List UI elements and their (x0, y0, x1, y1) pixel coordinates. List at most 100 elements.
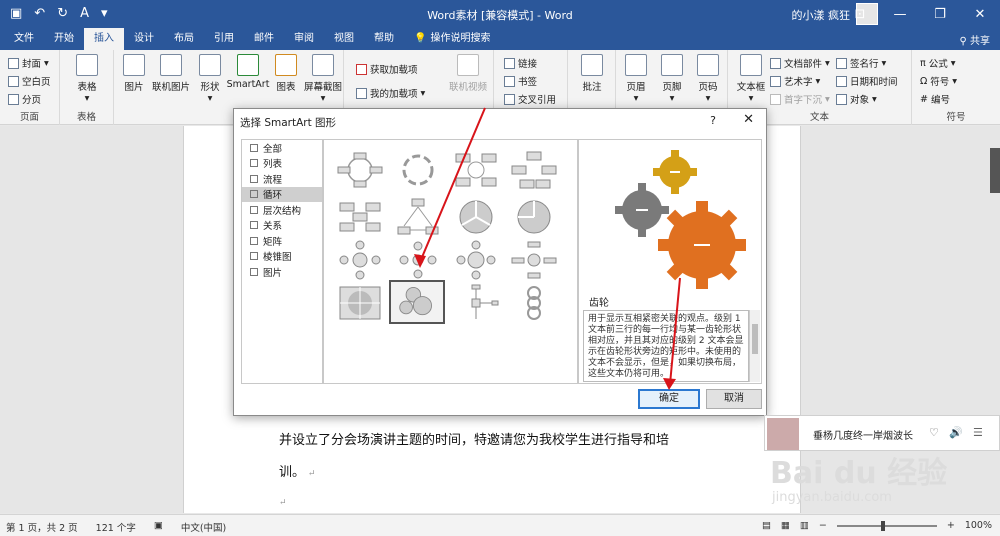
symbol-label: 符号 (930, 77, 950, 88)
interlocking-rings-layout[interactable] (510, 283, 558, 323)
tab-help[interactable]: 帮助 (364, 28, 404, 50)
blank-page-button[interactable]: 空白页 (8, 74, 51, 88)
online-picture-button[interactable]: 联机图片 (150, 54, 192, 93)
tell-me-search[interactable]: 💡 操作说明搜索 (404, 28, 500, 50)
music-widget[interactable]: 垂杨几度终一岸烟波长 ♡ 🔊 ☰ (764, 415, 1000, 451)
tab-references[interactable]: 引用 (204, 28, 244, 50)
cancel-button[interactable]: 取消 (706, 389, 762, 409)
shapes-button[interactable]: 形状 ▾ (192, 54, 228, 104)
header-button[interactable]: 页眉 ▾ (618, 54, 654, 104)
segmented-cycle-layout[interactable] (452, 197, 500, 237)
tab-mailings[interactable]: 邮件 (244, 28, 284, 50)
ribbon-options-icon[interactable]: ⊡ (840, 0, 880, 28)
zoom-level[interactable]: 100% (965, 520, 992, 531)
zoom-out-button[interactable]: − (819, 520, 827, 531)
help-button[interactable]: ? (710, 114, 716, 127)
equation-button[interactable]: π 公式 ▾ (920, 56, 956, 71)
zoom-thumb[interactable] (880, 520, 885, 531)
heart-icon[interactable]: ♡ (929, 426, 939, 439)
page-number-button[interactable]: 页码 ▾ (690, 54, 726, 104)
pie-cycle-layout[interactable] (510, 197, 558, 237)
minimize-button[interactable]: — (880, 0, 920, 28)
tab-view[interactable]: 视图 (324, 28, 364, 50)
ok-button[interactable]: 确定 (638, 389, 700, 409)
my-addins-button[interactable]: 我的加载项 ▾ (356, 86, 425, 100)
category-relationship-label: 关系 (263, 221, 283, 233)
read-mode-icon[interactable]: ▤ (762, 520, 771, 531)
picture-button[interactable]: 图片 (116, 54, 152, 93)
category-relationship[interactable]: 关系 (242, 218, 322, 234)
diverging-radial-layout[interactable] (510, 240, 558, 280)
category-cycle[interactable]: 循环 (242, 186, 322, 202)
nondirectional-cycle-layout[interactable] (510, 150, 558, 190)
cycle-matrix-layout[interactable] (394, 240, 442, 280)
chart-button[interactable]: 图表 (268, 54, 304, 93)
category-pyramid[interactable]: 棱锥图 (242, 249, 322, 265)
continuous-cycle-layout[interactable] (336, 197, 384, 237)
basic-cycle-layout[interactable] (336, 150, 384, 190)
cycle-matrix-grid-layout[interactable] (336, 283, 384, 323)
table-button[interactable]: 表格 ▾ (69, 54, 105, 104)
text-cycle-layout[interactable] (394, 150, 442, 190)
category-matrix[interactable]: 矩阵 (242, 233, 322, 249)
word-count[interactable]: 121 个字 (96, 520, 136, 534)
tab-file[interactable]: 文件 (4, 28, 44, 50)
category-hierarchy[interactable]: 层次结构 (242, 202, 322, 218)
gear-layout[interactable] (389, 280, 445, 324)
tab-review[interactable]: 审阅 (284, 28, 324, 50)
get-addins-button[interactable]: 获取加载项 (356, 62, 418, 76)
comment-button[interactable]: 批注 (574, 54, 610, 93)
page-break-button[interactable]: 分页 (8, 92, 41, 106)
menu-icon[interactable]: ☰ (973, 426, 983, 439)
block-cycle-layout[interactable] (452, 150, 500, 190)
wordart-button[interactable]: 艺术字 ▾ (770, 74, 820, 88)
footer-button[interactable]: 页脚 ▾ (654, 54, 690, 104)
textbox-button[interactable]: 文本框 ▾ (734, 54, 768, 104)
tab-insert[interactable]: 插入 (84, 28, 124, 50)
cover-page-button[interactable]: 封面 ▾ (8, 56, 49, 70)
symbol-button[interactable]: Ω 符号 ▾ (920, 74, 957, 89)
radial-venn-layout[interactable] (452, 240, 500, 280)
tab-layout[interactable]: 布局 (164, 28, 204, 50)
tab-home[interactable]: 开始 (44, 28, 84, 50)
doc-line-2[interactable]: 训。 ↵ (279, 461, 315, 480)
close-button[interactable]: ✕ (960, 0, 1000, 28)
dropcap-button[interactable]: 首字下沉 ▾ (770, 92, 830, 106)
dialog-title: 选择 SmartArt 图形 (240, 117, 337, 129)
print-layout-icon[interactable]: ▦ (781, 520, 790, 531)
side-widget[interactable] (990, 148, 1000, 193)
doc-line-1[interactable]: 并设立了分会场演讲主题的时间，特邀请您为我校学生进行指导和培 (279, 429, 669, 448)
link-button[interactable]: 链接 (504, 56, 537, 70)
tab-design[interactable]: 设计 (124, 28, 164, 50)
hub-spoke-layout[interactable] (452, 283, 500, 323)
smartart-button[interactable]: SmartArt (226, 54, 270, 90)
crossref-button[interactable]: 交叉引用 (504, 92, 556, 106)
quickparts-button[interactable]: 文档部件 ▾ (770, 56, 830, 70)
scroll-thumb[interactable] (752, 324, 758, 354)
proofing-icon[interactable]: ▣ (154, 520, 163, 534)
dialog-close-button[interactable]: ✕ (743, 112, 754, 127)
category-picture[interactable]: 图片 (242, 264, 322, 280)
maximize-button[interactable]: ❐ (920, 0, 960, 28)
header-label: 页眉 (626, 82, 646, 93)
share-button[interactable]: ⚲ 共享 (959, 32, 990, 47)
online-video-button[interactable]: 联机视频 (446, 54, 490, 93)
zoom-in-button[interactable]: + (947, 520, 955, 531)
web-layout-icon[interactable]: ▥ (800, 520, 809, 531)
category-all[interactable]: 全部 (242, 140, 322, 156)
radial-cycle-layout[interactable] (336, 240, 384, 280)
datetime-button[interactable]: 日期和时间 (836, 74, 898, 88)
screenshot-button[interactable]: 屏幕截图 ▾ (302, 54, 344, 104)
multidirectional-cycle-layout[interactable] (394, 197, 442, 237)
volume-icon[interactable]: 🔊 (949, 426, 963, 439)
number-button[interactable]: # 编号 (920, 92, 950, 107)
language[interactable]: 中文(中国) (181, 520, 226, 534)
zoom-slider[interactable] (836, 520, 937, 531)
description-scrollbar[interactable] (749, 310, 760, 382)
signature-button[interactable]: 签名行 ▾ (836, 56, 886, 70)
page-count[interactable]: 第 1 页，共 2 页 (6, 520, 78, 534)
category-process[interactable]: 流程 (242, 171, 322, 187)
category-list-item[interactable]: 列表 (242, 156, 322, 172)
bookmark-button[interactable]: 书签 (504, 74, 537, 88)
object-button[interactable]: 对象 ▾ (836, 92, 877, 106)
